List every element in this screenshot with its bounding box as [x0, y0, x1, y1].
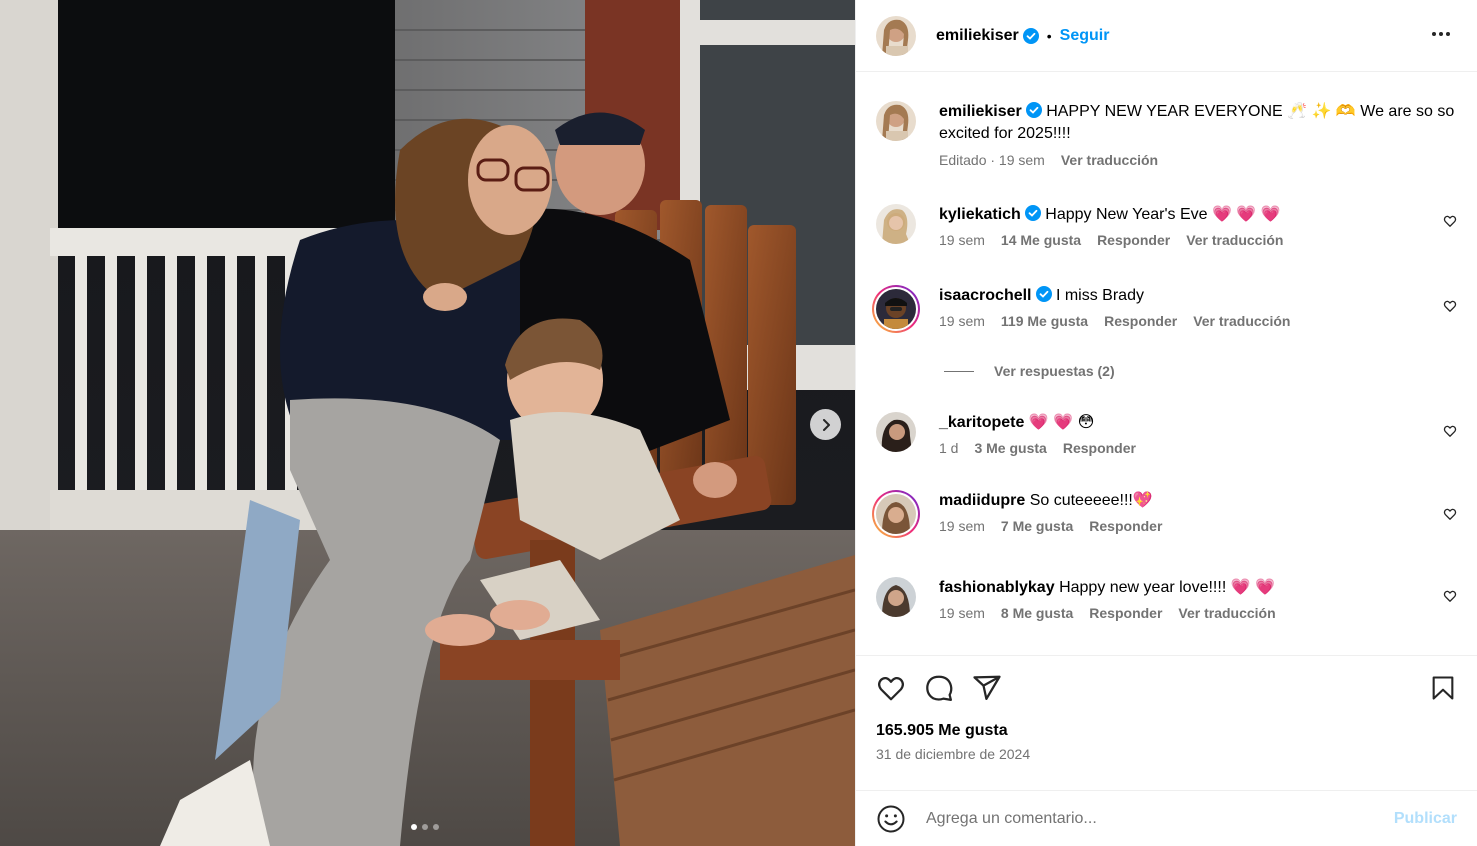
- author-avatar[interactable]: [876, 101, 916, 141]
- reply-button[interactable]: Responder: [1097, 232, 1170, 248]
- reply-button[interactable]: Responder: [1089, 518, 1162, 534]
- comment-text: Happy new year love!!!! 💗 💗: [1059, 579, 1275, 596]
- emoji-smile-icon[interactable]: [876, 804, 906, 834]
- comment-text: Happy New Year's Eve 💗 💗 💗: [1045, 206, 1281, 223]
- post-caption: emiliekiser HAPPY NEW YEAR EVERYONE 🥂 ✨ …: [876, 101, 1457, 168]
- like-comment-heart-icon[interactable]: [1443, 424, 1457, 441]
- comment-time: 1 d: [939, 440, 959, 456]
- comment-time: 19 sem: [939, 313, 985, 329]
- like-heart-icon[interactable]: [876, 673, 906, 703]
- comment-username[interactable]: madiidupre: [939, 492, 1025, 509]
- comments-list[interactable]: emiliekiser HAPPY NEW YEAR EVERYONE 🥂 ✨ …: [856, 73, 1477, 655]
- publish-button[interactable]: Publicar: [1394, 810, 1457, 828]
- see-translation-link[interactable]: Ver traducción: [1178, 605, 1275, 621]
- verified-badge-icon: [1035, 286, 1052, 302]
- carousel-dot: [433, 824, 439, 830]
- commenter-avatar[interactable]: [876, 577, 916, 617]
- comment-likes[interactable]: 3 Me gusta: [974, 440, 1046, 456]
- comment-likes[interactable]: 14 Me gusta: [1001, 232, 1081, 248]
- comment-username[interactable]: fashionablykay: [939, 579, 1055, 596]
- reply-button[interactable]: Responder: [1104, 313, 1177, 329]
- post-date[interactable]: 31 de diciembre de 2024: [876, 746, 1457, 762]
- comment-username[interactable]: isaacrochell: [939, 287, 1032, 304]
- see-translation-link[interactable]: Ver traducción: [1061, 152, 1158, 168]
- author-username[interactable]: emiliekiser: [936, 27, 1019, 45]
- view-replies-button[interactable]: Ver respuestas (2): [944, 363, 1115, 379]
- post-viewer: emiliekiser • Seguir emiliekiser HAPPY N…: [0, 0, 1477, 846]
- caption-time: Editado · 19 sem: [939, 152, 1045, 168]
- comment-likes[interactable]: 8 Me gusta: [1001, 605, 1073, 621]
- verified-badge-icon: [1024, 205, 1041, 221]
- reply-button[interactable]: Responder: [1063, 440, 1136, 456]
- commenter-avatar[interactable]: [876, 412, 916, 452]
- comment-text: 💗 💗 😳: [1028, 414, 1095, 431]
- comment-time: 19 sem: [939, 232, 985, 248]
- story-ring[interactable]: [872, 285, 920, 333]
- save-bookmark-icon[interactable]: [1429, 674, 1457, 702]
- separator-dot: •: [1046, 27, 1052, 44]
- like-comment-heart-icon[interactable]: [1443, 214, 1457, 231]
- post-sidebar: emiliekiser • Seguir emiliekiser HAPPY N…: [855, 0, 1477, 846]
- likes-count[interactable]: 165.905 Me gusta: [876, 722, 1457, 740]
- comment-username[interactable]: _karitopete: [939, 414, 1024, 431]
- see-translation-link[interactable]: Ver traducción: [1193, 313, 1290, 329]
- like-comment-heart-icon[interactable]: [1443, 507, 1457, 524]
- post-photo: [0, 0, 855, 846]
- post-header: emiliekiser • Seguir: [856, 0, 1477, 72]
- reply-button[interactable]: Responder: [1089, 605, 1162, 621]
- carousel-dot: [411, 824, 417, 830]
- comment-item: _karitopete 💗 💗 😳 1 d 3 Me gusta Respond…: [876, 412, 1457, 456]
- verified-badge-icon: [1025, 102, 1042, 118]
- share-send-icon[interactable]: [972, 673, 1002, 703]
- comment-item: kyliekatich Happy New Year's Eve 💗 💗 💗 1…: [876, 204, 1457, 248]
- comment-text: So cuteeeee!!!💖: [1029, 492, 1153, 509]
- comment-input[interactable]: [926, 809, 1394, 828]
- add-comment-bar: Publicar: [856, 790, 1477, 846]
- carousel-indicator: [411, 824, 439, 830]
- caption-username[interactable]: emiliekiser: [939, 103, 1022, 120]
- comment-item: fashionablykay Happy new year love!!!! 💗…: [876, 577, 1457, 621]
- comment-text: I miss Brady: [1055, 287, 1144, 304]
- more-horizontal-icon[interactable]: [1425, 18, 1457, 53]
- comment-time: 19 sem: [939, 518, 985, 534]
- follow-button[interactable]: Seguir: [1060, 27, 1110, 45]
- comment-username[interactable]: kyliekatich: [939, 206, 1021, 223]
- comment-likes[interactable]: 7 Me gusta: [1001, 518, 1073, 534]
- comment-item: isaacrochell I miss Brady 19 sem 119 Me …: [872, 285, 1457, 333]
- post-actions: 165.905 Me gusta 31 de diciembre de 2024: [856, 655, 1477, 762]
- story-ring[interactable]: [872, 490, 920, 538]
- author-avatar[interactable]: [876, 15, 916, 56]
- carousel-next-button[interactable]: [810, 409, 841, 440]
- comment-item: madiidupre So cuteeeee!!!💖 19 sem 7 Me g…: [872, 490, 1457, 538]
- commenter-avatar[interactable]: [876, 289, 916, 329]
- comment-time: 19 sem: [939, 605, 985, 621]
- see-translation-link[interactable]: Ver traducción: [1186, 232, 1283, 248]
- verified-badge-icon: [1022, 27, 1039, 44]
- like-comment-heart-icon[interactable]: [1443, 589, 1457, 606]
- chevron-right-icon: [822, 418, 830, 431]
- post-media[interactable]: [0, 0, 855, 846]
- view-replies-label: Ver respuestas (2): [994, 363, 1115, 379]
- like-comment-heart-icon[interactable]: [1443, 299, 1457, 316]
- comment-bubble-icon[interactable]: [924, 673, 954, 703]
- commenter-avatar[interactable]: [876, 204, 916, 244]
- comment-likes[interactable]: 119 Me gusta: [1001, 313, 1088, 329]
- replies-divider: [944, 370, 974, 372]
- commenter-avatar[interactable]: [876, 494, 916, 534]
- carousel-dot: [422, 824, 428, 830]
